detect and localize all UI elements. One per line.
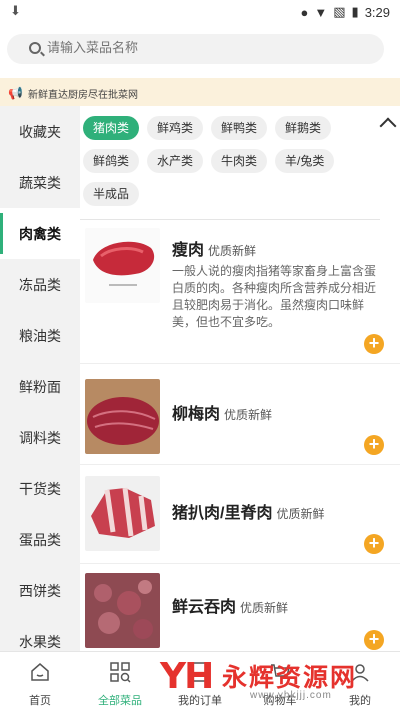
sidebar-item-label: 蛋品类 — [19, 531, 61, 548]
tag-pork[interactable]: 猪肉类 — [83, 116, 140, 140]
wifi-icon: ▼ — [314, 4, 328, 20]
sidebar-item-fruit[interactable]: 水果类 — [0, 616, 80, 651]
product-image — [85, 228, 160, 303]
sidebar-item-label: 粮油类 — [19, 327, 61, 344]
product-name: 猪扒肉/里脊肉 — [172, 505, 273, 522]
chevron-up-icon[interactable] — [379, 117, 397, 135]
notice-text: 新鲜直达厨房尽在批菜网 — [28, 90, 138, 101]
nav-label: 购物车 — [263, 695, 297, 707]
home-icon — [31, 663, 49, 681]
nav-label: 我的订单 — [178, 695, 222, 707]
product-title: 瘦肉 优质新鲜 — [172, 236, 256, 260]
sidebar-item-vegetables[interactable]: 蔬菜类 — [0, 157, 80, 208]
product-tag: 优质新鲜 — [240, 601, 289, 615]
product-title: 猪扒肉/里脊肉 优质新鲜 — [172, 499, 324, 523]
product-tag: 优质新鲜 — [224, 408, 273, 422]
user-icon — [351, 664, 369, 682]
megaphone-icon: 📢 — [8, 86, 23, 100]
sidebar-item-label: 鲜粉面 — [19, 378, 61, 395]
product-item[interactable]: 柳梅肉 优质新鲜 + — [80, 368, 400, 465]
sidebar-item-label: 冻品类 — [19, 276, 61, 293]
no-sim-icon: ▧ — [333, 4, 346, 19]
product-tag: 优质新鲜 — [208, 244, 257, 258]
product-item[interactable]: 瘦肉 优质新鲜 一般人说的瘦肉指猪等家畜身上富含蛋白质的肉。各种瘦肉所含营养成分相… — [80, 220, 400, 364]
search-bar[interactable] — [7, 34, 384, 64]
sidebar-item-eggs[interactable]: 蛋品类 — [0, 514, 80, 565]
search-input[interactable] — [47, 40, 347, 55]
tag-chicken[interactable]: 鲜鸡类 — [147, 116, 204, 140]
add-to-cart-button[interactable]: + — [364, 435, 384, 455]
search-icon — [29, 42, 41, 54]
product-image — [85, 573, 160, 648]
status-bar: ⬇ ● ▼ ▧ ▮ 3:29 — [0, 0, 400, 24]
status-icons: ● ▼ ▧ ▮ 3:29 — [301, 4, 391, 20]
sidebar-item-bakery[interactable]: 西饼类 — [0, 565, 80, 616]
product-name: 柳梅肉 — [172, 406, 221, 423]
nav-profile[interactable]: 我的 — [320, 652, 400, 711]
product-desc: 一般人说的瘦肉指猪等家畜身上富含蛋白质的肉。各种瘦肉所含营养成分相近且较肥肉易于… — [172, 264, 377, 329]
sidebar-item-noodles[interactable]: 鲜粉面 — [0, 361, 80, 412]
sidebar-item-seasoning[interactable]: 调料类 — [0, 412, 80, 463]
grid-search-icon — [110, 662, 131, 683]
sidebar-item-label: 蔬菜类 — [19, 174, 61, 191]
sidebar-item-label: 西饼类 — [19, 582, 61, 599]
product-panel: 猪肉类 鲜鸡类 鲜鸭类 鲜鹅类 鲜鸽类 水产类 牛肉类 羊/兔类 半成品 瘦肉优… — [80, 106, 400, 651]
product-item[interactable]: 鲜云吞肉 优质新鲜 + — [80, 565, 400, 651]
product-item[interactable]: 猪扒肉/里脊肉 优质新鲜 + — [80, 466, 400, 564]
nav-home[interactable]: 首页 — [0, 652, 80, 711]
location-icon: ● — [300, 4, 309, 20]
subcategory-tags: 猪肉类 鲜鸡类 鲜鸭类 鲜鹅类 鲜鸽类 水产类 牛肉类 羊/兔类 半成品 — [80, 116, 380, 206]
product-tag: 优质新鲜 — [276, 507, 325, 521]
tag-goose[interactable]: 鲜鹅类 — [275, 116, 332, 140]
add-to-cart-button[interactable]: + — [364, 630, 384, 650]
product-image — [85, 379, 160, 454]
nav-label: 我的 — [349, 695, 371, 707]
sidebar-item-meat[interactable]: 肉禽类 — [0, 208, 80, 259]
add-to-cart-button[interactable]: + — [364, 534, 384, 554]
tag-semi-finished[interactable]: 半成品 — [83, 182, 140, 206]
sidebar-item-label: 干货类 — [19, 480, 61, 497]
category-sidebar: 收藏夹 蔬菜类 肉禽类 冻品类 粮油类 鲜粉面 调料类 干货类 蛋品类 西饼类 … — [0, 106, 80, 651]
tag-lamb-rabbit[interactable]: 羊/兔类 — [275, 149, 335, 173]
nav-cart[interactable]: 购物车 — [240, 652, 320, 711]
tag-beef[interactable]: 牛肉类 — [211, 149, 268, 173]
sidebar-item-label: 收藏夹 — [19, 123, 61, 140]
order-icon — [192, 662, 208, 682]
download-icon: ⬇ — [10, 3, 21, 18]
add-to-cart-button[interactable]: + — [364, 334, 384, 354]
nav-all-products[interactable]: 全部菜品 — [80, 652, 160, 711]
sidebar-item-grain-oil[interactable]: 粮油类 — [0, 310, 80, 361]
tag-pigeon[interactable]: 鲜鸽类 — [83, 149, 140, 173]
tag-seafood[interactable]: 水产类 — [147, 149, 204, 173]
battery-icon: ▮ — [351, 4, 359, 19]
tag-duck[interactable]: 鲜鸭类 — [211, 116, 268, 140]
sidebar-item-frozen[interactable]: 冻品类 — [0, 259, 80, 310]
sidebar-item-label: 水果类 — [19, 633, 61, 650]
product-title: 柳梅肉 优质新鲜 — [172, 400, 272, 424]
product-image — [85, 476, 160, 551]
bottom-nav: 首页 全部菜品 我的订单 购物车 我的 — [0, 651, 400, 711]
sidebar-item-dry-goods[interactable]: 干货类 — [0, 463, 80, 514]
product-name: 瘦肉 — [172, 242, 205, 259]
notice-banner: 📢 新鲜直达厨房尽在批菜网 — [0, 78, 400, 106]
cart-icon — [271, 664, 290, 677]
nav-orders[interactable]: 我的订单 — [160, 652, 240, 711]
nav-label: 全部菜品 — [98, 695, 142, 707]
sidebar-item-favorites[interactable]: 收藏夹 — [0, 106, 80, 157]
product-title: 鲜云吞肉 优质新鲜 — [172, 593, 288, 617]
sidebar-item-label: 肉禽类 — [19, 225, 61, 242]
product-name: 鲜云吞肉 — [172, 599, 237, 616]
nav-label: 首页 — [29, 695, 51, 707]
sidebar-item-label: 调料类 — [19, 429, 61, 446]
status-time: 3:29 — [364, 4, 390, 20]
